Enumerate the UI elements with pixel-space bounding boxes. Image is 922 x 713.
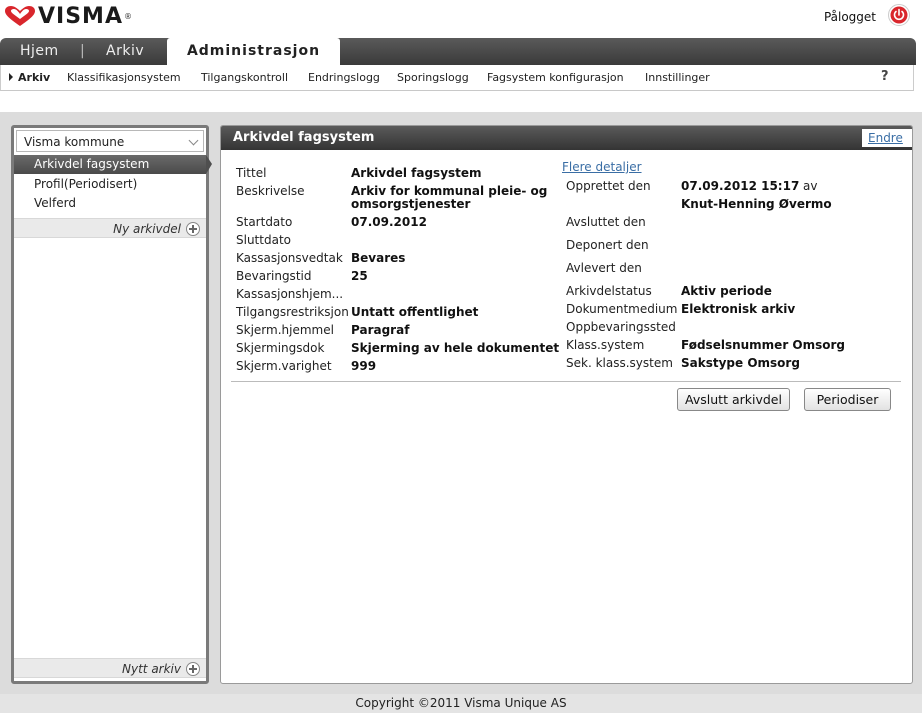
field-label-klass-system: Klass.system [566,338,645,352]
field-label-skjerm-hjemmel: Skjerm.hjemmel [236,323,334,337]
edit-link[interactable]: Endre [862,129,912,147]
field-label-deponert: Deponert den [566,238,649,252]
field-value-skjermingsdok: Skjerming av hele dokumentet [351,341,560,355]
logo-text: VISMA [38,3,123,29]
field-label-avlevert: Avlevert den [566,261,642,275]
more-details-link[interactable]: Flere detaljer [562,160,642,174]
field-value-sek-klass-system: Sakstype Omsorg [681,356,800,370]
field-value-klass-system: Fødselsnummer Omsorg [681,338,846,352]
tab-home[interactable]: Hjem [20,38,59,65]
chevron-down-icon [188,135,199,146]
logout-button[interactable] [888,4,910,26]
field-label-kassasjonshjemmel: Kassasjonshjem... [236,287,344,301]
sidebar: Visma kommune Arkivdel fagsystem Profil(… [11,125,212,684]
close-archive-part-button[interactable]: Avslutt arkivdel [677,388,790,411]
field-value-beskrivelse-line2: omsorgstjenester [351,197,471,211]
copyright-footer: Copyright ©2011 Visma Unique AS [0,694,922,713]
power-icon [890,6,908,24]
subnav-item-classification[interactable]: Klassifikasjonsystem [67,71,181,84]
subnav-item-system-config[interactable]: Fagsystem konfigurasjon [487,71,624,84]
field-value-opprettet: 07.09.2012 15:17 [681,179,800,193]
new-archive-label: Nytt arkiv [122,662,181,676]
new-archive-part-button[interactable]: Ny arkivdel [14,218,206,238]
field-label-beskrivelse: Beskrivelse [236,184,305,198]
new-archive-button[interactable]: Nytt arkiv [14,658,206,678]
field-label-bevaringstid: Bevaringstid [236,269,312,283]
field-value-tilgangsrestriksjon: Untatt offentlighet [351,305,479,319]
logged-in-label: Pålogget [823,10,876,24]
visma-logo: VISMA ® [4,3,132,29]
sidebar-item-velferd[interactable]: Velferd [14,194,206,213]
subnav-item-change-log[interactable]: Endringslogg [308,71,380,84]
sidebar-item-arkivdel-fagsystem[interactable]: Arkivdel fagsystem [14,155,212,174]
top-bar: VISMA ® Pålogget [0,0,922,36]
organization-select-value: Visma kommune [24,135,125,149]
field-value-kassasjonsvedtak: Bevares [351,251,406,265]
main-tabs: Hjem | Arkiv Administrasjon [0,38,916,65]
tab-archive[interactable]: Arkiv [106,38,144,65]
subnav-item-settings[interactable]: Innstillinger [645,71,710,84]
field-value-tittel: Arkivdel fagsystem [351,166,482,180]
logo-registered-mark: ® [123,11,132,21]
divider [231,381,901,382]
field-label-sek-klass-system: Sek. klass.system [566,356,673,370]
field-value-startdato: 07.09.2012 [351,215,427,229]
visma-logo-icon [5,6,35,26]
sub-navigation: Arkiv Klassifikasjonsystem Tilgangskontr… [0,65,914,91]
field-label-skjermingsdok: Skjermingsdok [236,341,325,355]
tab-administration[interactable]: Administrasjon [167,38,340,65]
field-value-opprettet-av: av [803,179,818,193]
field-value-dokumentmedium: Elektronisk arkiv [681,302,796,316]
subnav-item-tracking-log[interactable]: Sporingslogg [397,71,469,84]
subnav-item-arkiv[interactable]: Arkiv [18,71,50,84]
field-value-arkivdelstatus: Aktiv periode [681,284,772,298]
subnav-item-access-control[interactable]: Tilgangskontroll [201,71,288,84]
help-icon[interactable]: ? [881,69,889,84]
field-label-skjerm-varighet: Skjerm.varighet [236,359,332,373]
field-label-avsluttet: Avsluttet den [566,215,646,229]
field-value-bevaringstid: 25 [351,269,368,283]
field-label-startdato: Startdato [236,215,293,229]
field-label-tilgangsrestriksjon: Tilgangsrestriksjon [236,305,349,319]
field-label-opprettet: Opprettet den [566,179,651,193]
active-arrow-icon [9,73,13,81]
field-value-beskrivelse-line1: Arkiv for kommunal pleie- og [351,184,548,198]
detail-title: Arkivdel fagsystem [233,130,375,145]
detail-panel: Arkivdel fagsystem Endre Tittel Arkivdel… [220,125,913,684]
new-archive-part-label: Ny arkivdel [113,222,181,236]
organization-select[interactable]: Visma kommune [16,130,204,152]
sidebar-item-profil[interactable]: Profil(Periodisert) [14,175,206,194]
tab-separator: | [80,43,86,59]
field-value-skjerm-varighet: 999 [351,359,377,373]
field-label-arkivdelstatus: Arkivdelstatus [566,284,652,298]
field-label-kassasjonsvedtak: Kassasjonsvedtak [236,251,343,265]
field-label-oppbevaringssted: Oppbevaringssted [566,320,676,334]
periodize-button[interactable]: Periodiser [804,388,891,411]
field-label-tittel: Tittel [236,166,267,180]
detail-header: Arkivdel fagsystem Endre [221,126,912,150]
field-label-sluttdato: Sluttdato [236,233,291,247]
field-value-opprettet-by: Knut-Henning Øvermo [681,197,832,211]
plus-icon [186,222,200,236]
field-label-dokumentmedium: Dokumentmedium [566,302,678,316]
plus-icon [186,662,200,676]
field-value-skjerm-hjemmel: Paragraf [351,323,410,337]
